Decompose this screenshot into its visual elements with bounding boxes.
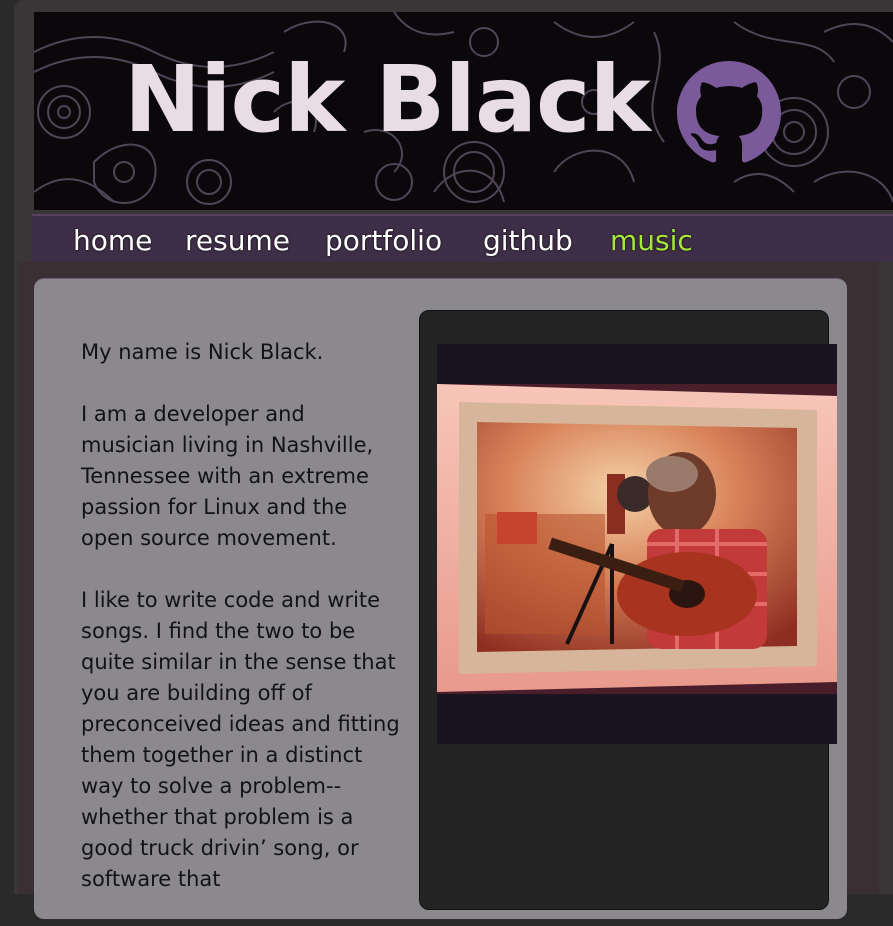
musician-in-recording-booth-photo <box>437 344 837 744</box>
github-octocat-icon[interactable] <box>677 61 781 165</box>
main-nav: home resume portfolio github music <box>32 214 893 262</box>
bio-paragraph: My name is Nick Black. <box>81 340 324 364</box>
nav-item-music[interactable]: music <box>610 224 693 257</box>
site-title: Nick Black <box>124 46 651 153</box>
nav-item-github[interactable]: github <box>483 224 573 257</box>
bio-text: My name is Nick Black. I am a developer … <box>81 337 401 926</box>
nav-item-portfolio[interactable]: portfolio <box>325 224 442 257</box>
site-header: Nick Black <box>34 12 893 210</box>
bio-paragraph: I like to write code and write songs. I … <box>81 588 400 891</box>
nav-item-resume[interactable]: resume <box>185 224 290 257</box>
nav-item-home[interactable]: home <box>73 224 152 257</box>
bio-paragraph: I am a developer and musician living in … <box>81 402 374 550</box>
